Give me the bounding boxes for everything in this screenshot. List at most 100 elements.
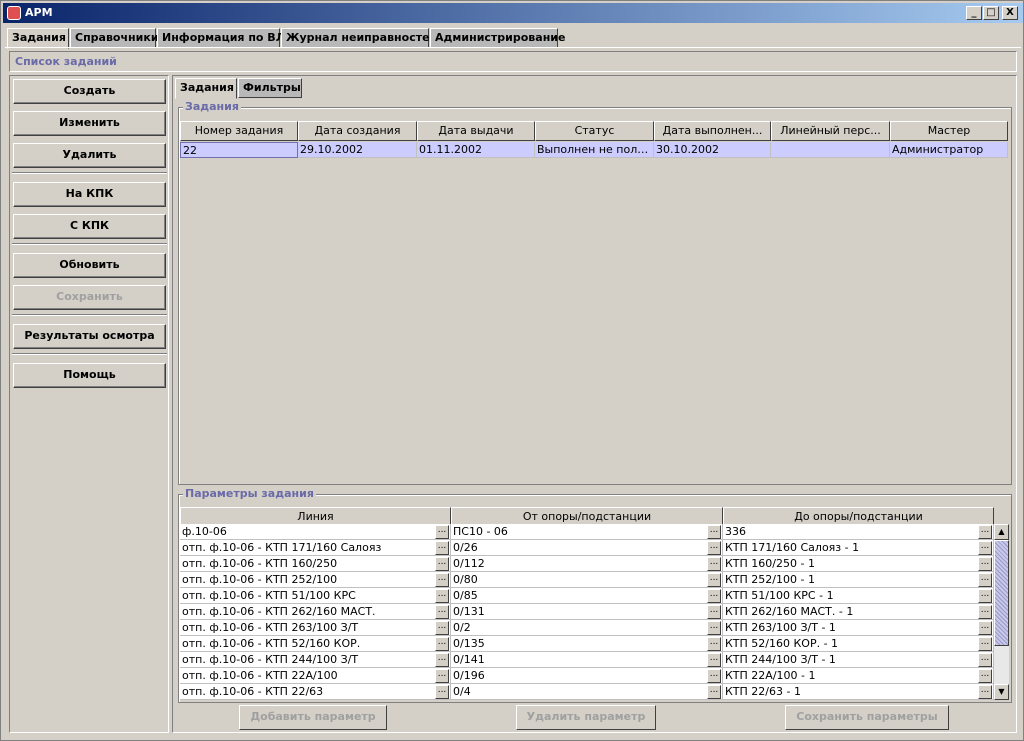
tab-line-info[interactable]: Информация по ВЛ [157,28,285,48]
table-row[interactable]: отп. ф.10-06 - КТП 262/160 МАСТ.... 0/131… [180,604,994,620]
ellipsis-button[interactable]: ... [435,541,449,555]
ellipsis-button[interactable]: ... [707,637,721,651]
tab-filters[interactable]: Фильтры [238,78,302,98]
table-row[interactable]: отп. ф.10-06 - КТП 22А/100... 0/196... КТП… [180,668,994,684]
ellipsis-button[interactable]: ... [707,541,721,555]
ellipsis-button[interactable]: ... [707,669,721,683]
ellipsis-button[interactable]: ... [435,637,449,651]
table-row[interactable]: отп. ф.10-06 - КТП 160/250... 0/112... КТП… [180,556,994,572]
ellipsis-button[interactable]: ... [435,605,449,619]
table-cell[interactable]: КТП 252/100 - 1 [723,572,994,588]
scroll-up-arrow-icon[interactable]: ▲ [994,524,1009,540]
table-cell[interactable]: 0/26 [451,540,723,556]
ellipsis-button[interactable]: ... [435,589,449,603]
save-parameters-button[interactable]: Сохранить параметры [785,705,949,730]
tab-inner-tasks[interactable]: Задания [175,78,237,99]
ellipsis-button[interactable]: ... [435,573,449,587]
table-row[interactable]: отп. ф.10-06 - КТП 52/160 КОР.... 0/135..… [180,636,994,652]
ellipsis-button[interactable]: ... [435,525,449,539]
table-cell[interactable]: отп. ф.10-06 - КТП 22/63 [180,684,451,700]
ellipsis-button[interactable]: ... [978,573,992,587]
column-header[interactable]: Дата выполнен... [654,121,771,141]
table-cell[interactable]: отп. ф.10-06 - КТП 51/100 КРС [180,588,451,604]
table-cell[interactable]: отп. ф.10-06 - КТП 160/250 [180,556,451,572]
ellipsis-button[interactable]: ... [707,557,721,571]
table-cell[interactable]: КТП 22А/100 - 1 [723,668,994,684]
ellipsis-button[interactable]: ... [978,557,992,571]
tab-administration[interactable]: Администрирование [430,28,565,48]
ellipsis-button[interactable]: ... [435,621,449,635]
column-header[interactable]: Дата создания [298,121,417,141]
table-cell[interactable]: отп. ф.10-06 - КТП 22А/100 [180,668,451,684]
scroll-thumb[interactable] [994,540,1009,646]
table-row[interactable]: отп. ф.10-06 - КТП 263/100 З/Т... 0/2... К… [180,620,994,636]
column-header[interactable]: Дата выдачи [417,121,535,141]
ellipsis-button[interactable]: ... [978,669,992,683]
table-cell[interactable]: отп. ф.10-06 - КТП 244/100 З/Т [180,652,451,668]
table-cell[interactable]: 336 [723,524,994,540]
table-cell[interactable]: КТП 171/160 Салояз - 1 [723,540,994,556]
ellipsis-button[interactable]: ... [707,573,721,587]
to-pda-button[interactable]: На КПК [13,182,166,207]
help-button[interactable]: Помощь [13,363,166,388]
table-row[interactable]: отп. ф.10-06 - КТП 244/100 З/Т... 0/141..… [180,652,994,668]
tab-references[interactable]: Справочники [70,28,159,48]
ellipsis-button[interactable]: ... [978,621,992,635]
add-parameter-button[interactable]: Добавить параметр [239,705,387,730]
table-cell[interactable]: КТП 22/63 - 1 [723,684,994,700]
ellipsis-button[interactable]: ... [707,525,721,539]
ellipsis-button[interactable]: ... [707,685,721,699]
table-cell[interactable]: отп. ф.10-06 - КТП 263/100 З/Т [180,620,451,636]
table-row[interactable]: 22 29.10.2002 01.11.2002 Выполнен не пол… [180,142,1008,158]
ellipsis-button[interactable]: ... [978,637,992,651]
table-row[interactable]: отп. ф.10-06 - КТП 22/63... 0/4... КТП 22/… [180,684,994,700]
table-cell[interactable]: КТП 51/100 КРС - 1 [723,588,994,604]
column-header[interactable]: Мастер [890,121,1008,141]
table-cell[interactable]: КТП 244/100 З/Т - 1 [723,652,994,668]
minimize-button[interactable]: _ [966,6,982,20]
save-button[interactable]: Сохранить [13,285,166,310]
maximize-button[interactable]: □ [983,6,999,20]
table-cell[interactable]: КТП 262/160 МАСТ. - 1 [723,604,994,620]
table-cell[interactable]: 0/85 [451,588,723,604]
create-button[interactable]: Создать [13,79,166,104]
ellipsis-button[interactable]: ... [435,557,449,571]
delete-button[interactable]: Удалить [13,143,166,168]
ellipsis-button[interactable]: ... [707,621,721,635]
ellipsis-button[interactable]: ... [978,589,992,603]
ellipsis-button[interactable]: ... [435,669,449,683]
table-cell[interactable]: КТП 263/100 З/Т - 1 [723,620,994,636]
ellipsis-button[interactable]: ... [707,589,721,603]
table-cell[interactable]: 0/196 [451,668,723,684]
ellipsis-button[interactable]: ... [435,653,449,667]
column-header[interactable]: Статус [535,121,654,141]
refresh-button[interactable]: Обновить [13,253,166,278]
table-row[interactable]: отп. ф.10-06 - КТП 252/100... 0/80... КТП … [180,572,994,588]
ellipsis-button[interactable]: ... [707,605,721,619]
table-cell[interactable]: 0/141 [451,652,723,668]
ellipsis-button[interactable]: ... [707,653,721,667]
tab-fault-log[interactable]: Журнал неиправностей [281,28,437,48]
column-header[interactable]: Номер задания [180,121,298,141]
table-cell[interactable]: отп. ф.10-06 - КТП 52/160 КОР. [180,636,451,652]
ellipsis-button[interactable]: ... [978,653,992,667]
table-cell[interactable]: 0/80 [451,572,723,588]
table-cell[interactable]: отп. ф.10-06 - КТП 171/160 Салояз [180,540,451,556]
table-cell[interactable]: ПС10 - 06 [451,524,723,540]
table-cell[interactable]: отп. ф.10-06 - КТП 262/160 МАСТ. [180,604,451,620]
ellipsis-button[interactable]: ... [978,605,992,619]
remove-parameter-button[interactable]: Удалить параметр [516,705,656,730]
table-cell[interactable]: ф.10-06 [180,524,451,540]
table-cell[interactable]: 0/131 [451,604,723,620]
table-cell[interactable]: 0/4 [451,684,723,700]
params-scrollbar[interactable]: ▲ ▼ [994,524,1009,700]
ellipsis-button[interactable]: ... [978,685,992,699]
scroll-down-arrow-icon[interactable]: ▼ [994,684,1009,700]
table-cell[interactable]: отп. ф.10-06 - КТП 252/100 [180,572,451,588]
ellipsis-button[interactable]: ... [978,541,992,555]
table-cell[interactable]: 0/2 [451,620,723,636]
table-cell[interactable]: 0/112 [451,556,723,572]
table-cell[interactable]: 0/135 [451,636,723,652]
inspection-results-button[interactable]: Результаты осмотра [13,324,166,349]
table-cell[interactable]: КТП 160/250 - 1 [723,556,994,572]
